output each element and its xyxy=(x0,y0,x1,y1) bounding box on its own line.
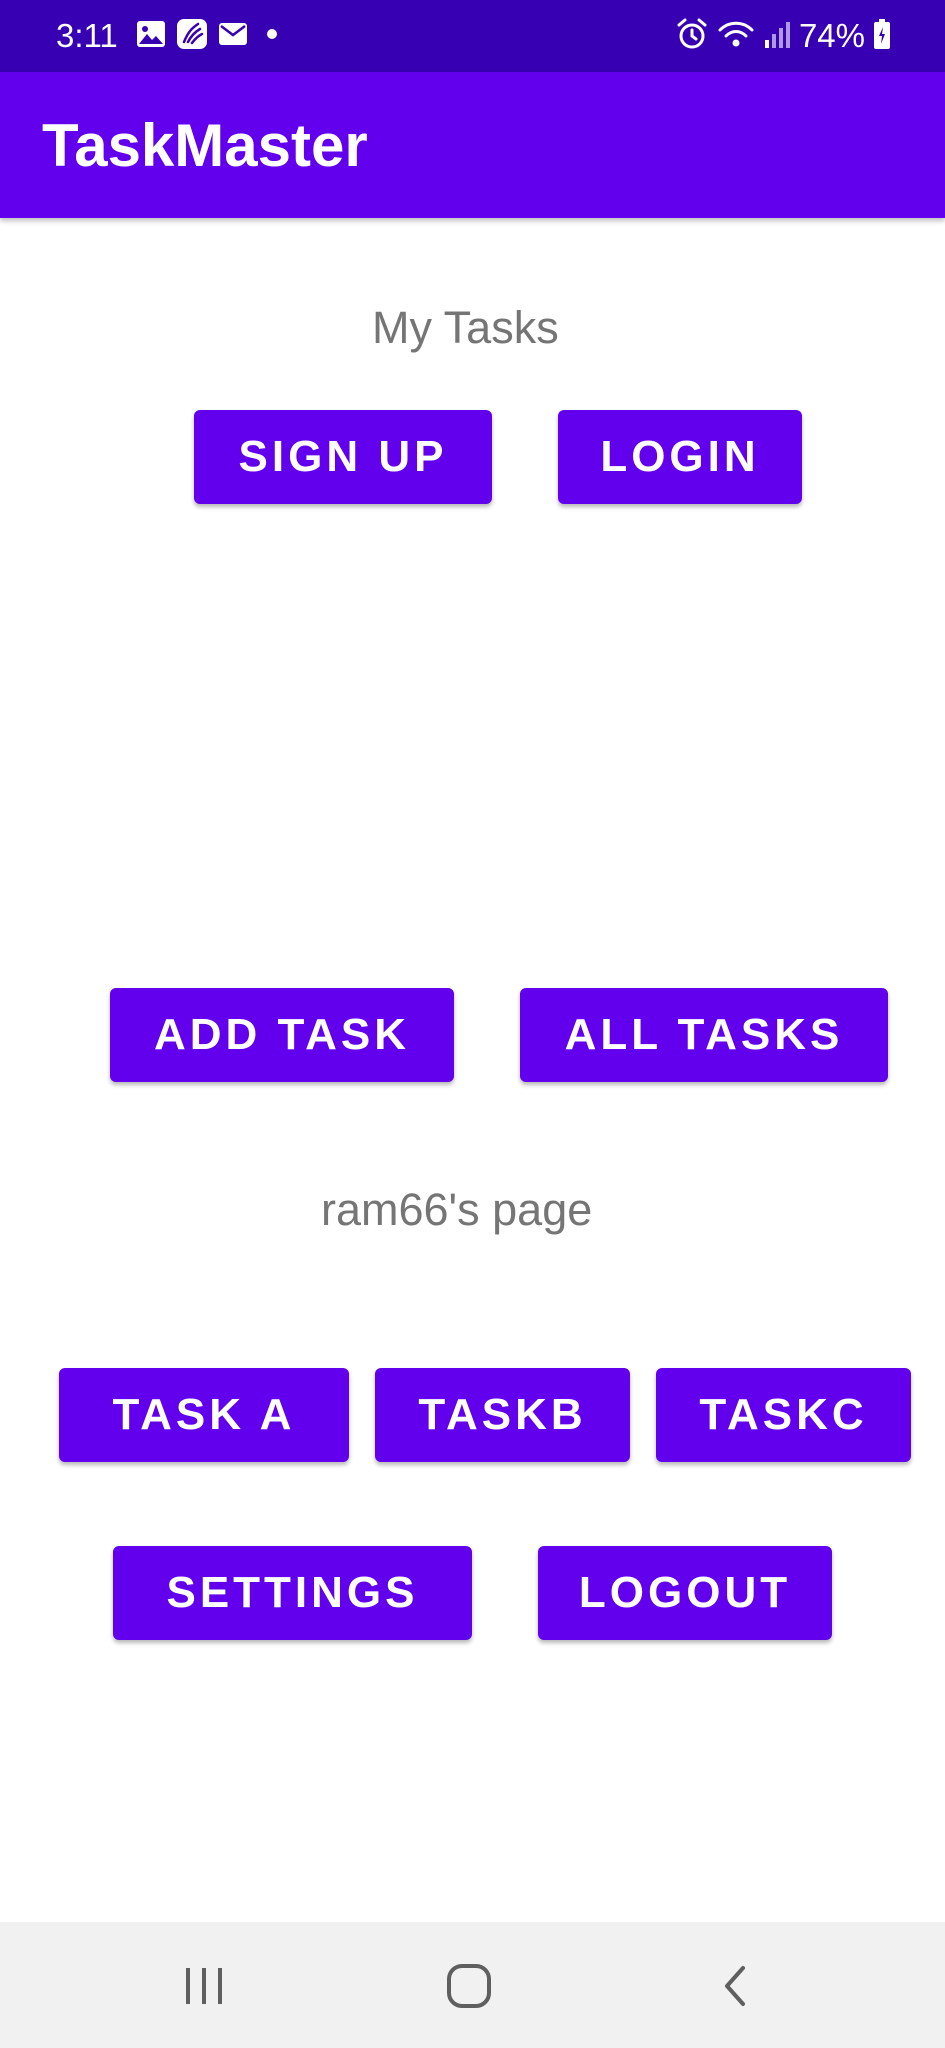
app-bar: TaskMaster xyxy=(0,72,945,218)
battery-icon xyxy=(873,18,891,55)
task-b-button[interactable]: TASKB xyxy=(375,1368,630,1462)
signal-icon xyxy=(763,18,791,55)
status-notification-icons xyxy=(136,18,280,55)
task-c-button[interactable]: TASKC xyxy=(656,1368,911,1462)
gallery-icon xyxy=(136,20,166,53)
status-time: 3:11 xyxy=(56,17,118,54)
battery-percentage: 74% xyxy=(798,17,865,54)
back-icon[interactable] xyxy=(706,1958,762,2014)
status-system-icons: 74% xyxy=(675,14,891,58)
app-notification-icon xyxy=(176,18,208,55)
all-tasks-button[interactable]: ALL TASKS xyxy=(520,988,888,1082)
dot-icon xyxy=(258,27,280,46)
sign-up-button[interactable]: SIGN UP xyxy=(194,410,492,504)
task-a-button[interactable]: TASK A xyxy=(59,1368,349,1462)
add-task-button[interactable]: ADD TASK xyxy=(110,988,454,1082)
navigation-bar xyxy=(0,1922,945,2048)
home-icon[interactable] xyxy=(441,1958,497,2014)
settings-button[interactable]: SETTINGS xyxy=(113,1546,472,1640)
user-page-label: ram66's page xyxy=(321,1184,593,1235)
logout-button[interactable]: LOGOUT xyxy=(538,1546,832,1640)
my-tasks-heading: My Tasks xyxy=(372,302,559,353)
recents-icon[interactable] xyxy=(176,1958,232,2014)
wifi-icon xyxy=(717,18,755,55)
mail-icon xyxy=(218,22,248,51)
status-bar: 3:11 74% xyxy=(0,0,945,72)
alarm-icon xyxy=(675,17,709,56)
app-title: TaskMaster xyxy=(42,112,368,179)
login-button[interactable]: LOGIN xyxy=(558,410,802,504)
app-screen: 3:11 74% TaskMaster My Tasks SIGN UP LOG… xyxy=(0,0,945,2048)
